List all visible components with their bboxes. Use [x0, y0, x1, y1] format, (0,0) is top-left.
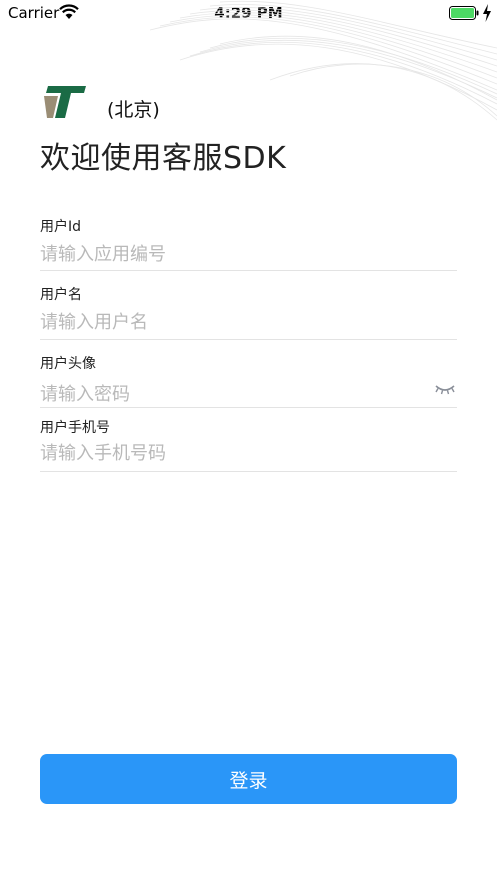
divider — [40, 339, 457, 340]
region-label: (北京) — [107, 99, 160, 121]
decorative-waves — [150, 0, 497, 121]
login-button-label: 登录 — [229, 769, 268, 792]
logo-icon — [44, 86, 86, 118]
avatar-input[interactable]: 请输入密码 — [40, 380, 130, 406]
field-label: 用户Id — [40, 219, 82, 235]
field-label: 用户名 — [40, 287, 82, 303]
phone-input[interactable]: 请输入手机号码 — [40, 439, 166, 465]
login-button[interactable]: 登录 — [40, 754, 457, 804]
field-label: 用户手机号 — [40, 420, 110, 436]
eye-closed-icon[interactable] — [434, 382, 456, 396]
field-label: 用户头像 — [40, 356, 96, 372]
username-input[interactable]: 请输入用户名 — [40, 308, 148, 334]
user-id-field[interactable]: 用户Id 请输入应用编号 — [40, 216, 457, 272]
phone-field[interactable]: 用户手机号 请输入手机号码 — [40, 417, 457, 473]
divider — [40, 270, 457, 271]
divider — [40, 471, 457, 472]
avatar-field[interactable]: 用户头像 请输入密码 — [40, 353, 457, 409]
user-id-input[interactable]: 请输入应用编号 — [40, 240, 166, 266]
divider — [40, 407, 457, 408]
username-field[interactable]: 用户名 请输入用户名 — [40, 284, 457, 340]
page-title: 欢迎使用客服SDK — [40, 141, 287, 176]
